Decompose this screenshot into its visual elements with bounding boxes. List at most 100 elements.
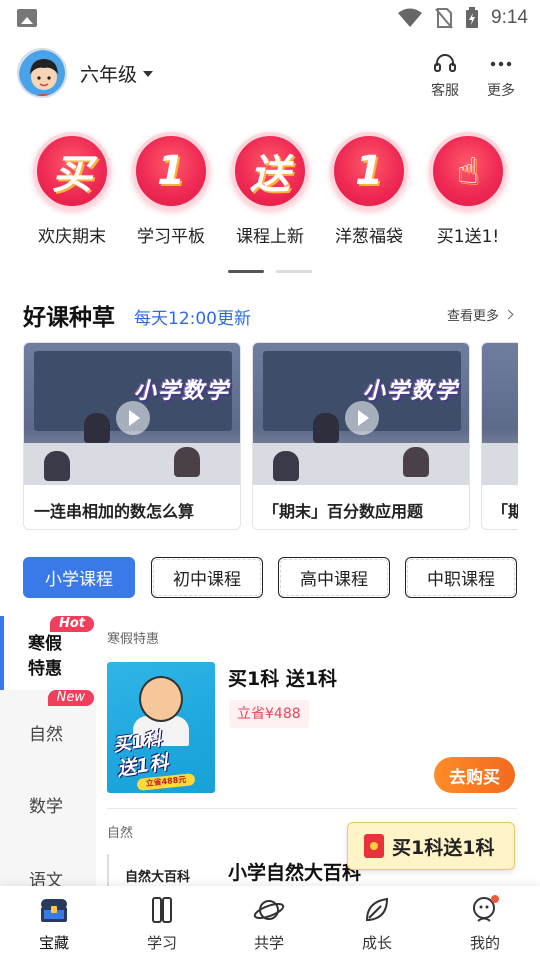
- nav-label: 学习: [146, 934, 177, 952]
- tab-label: 小学课程: [45, 570, 113, 590]
- sidebar-item-label: 数学: [29, 797, 63, 817]
- promo-label: 欢庆期末: [38, 227, 106, 247]
- wifi-icon: [398, 8, 423, 27]
- view-more-link[interactable]: 查看更多: [446, 305, 514, 324]
- promo-badge-icon: 买: [33, 132, 111, 210]
- tab-label: 中职课程: [427, 570, 495, 590]
- nav-co-study[interactable]: 共学: [229, 886, 309, 960]
- course-title: 一连串相加的数怎么算: [34, 502, 195, 521]
- promo-hand-tap-icon: ☝: [429, 132, 507, 210]
- tab-label: 高中课程: [300, 570, 368, 590]
- promo-item[interactable]: 送 课程上新: [220, 126, 320, 247]
- app-header: 六年级 客服 更多: [0, 40, 540, 104]
- bottom-navigation: 宝藏 学习 共学 成长 我的: [0, 886, 540, 960]
- chevron-right-icon: [503, 309, 514, 320]
- student-figure: [403, 447, 429, 477]
- nav-label: 成长: [361, 934, 392, 952]
- thumbnail-title: 小学数学: [133, 379, 230, 404]
- sidebar-item-chinese[interactable]: 语文: [0, 836, 96, 886]
- section-title: 好课种草: [23, 305, 115, 331]
- view-more-label: 查看更多: [446, 309, 499, 324]
- promo-glyph: 1: [157, 148, 185, 194]
- sidebar-item-math[interactable]: 数学: [0, 762, 96, 836]
- promo-label: 课程上新: [236, 227, 304, 247]
- nav-label: 共学: [253, 934, 284, 952]
- grade-selector[interactable]: 六年级: [80, 60, 154, 87]
- promo-item[interactable]: 买 欢庆期末: [22, 126, 122, 247]
- gallery-notification-icon: [17, 9, 37, 27]
- teacher-figure: [313, 413, 339, 443]
- course-card[interactable]: 小学数学 一连串相加的数怎么算: [23, 342, 241, 530]
- red-envelope-icon: [364, 834, 384, 858]
- product-cover-image[interactable]: 买1科 送1科 立省488元: [107, 662, 215, 793]
- tab-primary-school[interactable]: 小学课程: [23, 557, 135, 598]
- course-level-tabs: 小学课程 初中课程 高中课程 中职课程: [23, 557, 518, 599]
- planet-icon: [253, 900, 285, 920]
- course-title: 「期: [492, 502, 518, 521]
- discount-tag: 立省¥488: [229, 700, 309, 728]
- video-thumbnail: [482, 343, 518, 485]
- category-sidebar: Hot 寒假特惠 New 自然 数学 语文: [0, 616, 96, 886]
- video-thumbnail: 小学数学: [24, 343, 240, 485]
- customer-service-button[interactable]: 客服: [423, 52, 467, 100]
- promo-carousel: 买 欢庆期末 1 学习平板 送 课程上新 1 洋葱福袋 ☝ 买1送1!: [0, 126, 540, 256]
- more-label: 更多: [487, 83, 515, 99]
- promo-label: 买1送1!: [436, 227, 500, 247]
- nav-profile[interactable]: 我的: [445, 886, 525, 960]
- sidebar-item-nature[interactable]: New 自然: [0, 690, 96, 762]
- nav-growth[interactable]: 成长: [337, 886, 417, 960]
- promo-badge-icon: 送: [231, 132, 309, 210]
- tab-high-school[interactable]: 高中课程: [278, 557, 390, 598]
- video-thumbnail: 小学数学: [253, 343, 469, 485]
- avatar[interactable]: [17, 48, 67, 98]
- promo-badge-icon: 1: [132, 132, 210, 210]
- promo-label: 洋葱福袋: [335, 227, 403, 247]
- indicator-dot: [276, 270, 312, 273]
- caret-down-icon: [143, 70, 154, 77]
- promo-badge-icon: 1: [330, 132, 408, 210]
- section-label: 自然: [107, 826, 134, 841]
- nav-study[interactable]: 学习: [122, 886, 202, 960]
- course-card[interactable]: 「期: [481, 342, 518, 530]
- thumbnail-title: 小学数学: [362, 379, 459, 404]
- product-title[interactable]: 小学自然大百科: [228, 858, 361, 885]
- headset-icon: [434, 54, 456, 72]
- promo-label: 学习平板: [137, 227, 205, 247]
- character-face: [139, 676, 183, 722]
- hot-badge: Hot: [49, 616, 94, 632]
- product-title[interactable]: 买1科 送1科: [228, 664, 337, 691]
- new-badge: New: [47, 690, 94, 706]
- promo-item[interactable]: 1 学习平板: [121, 126, 221, 247]
- no-sim-icon: [435, 8, 453, 29]
- tab-label: 初中课程: [173, 570, 241, 590]
- buy-button[interactable]: 去购买: [434, 757, 515, 793]
- status-time: 9:14: [491, 7, 528, 28]
- promo-item[interactable]: 1 洋葱福袋: [319, 126, 419, 247]
- more-dots-icon: [490, 61, 512, 67]
- section-label: 寒假特惠: [107, 632, 160, 647]
- nav-label: 宝藏: [38, 934, 69, 952]
- more-button[interactable]: 更多: [479, 52, 523, 100]
- tab-middle-school[interactable]: 初中课程: [151, 557, 263, 598]
- leaf-icon: [365, 897, 389, 921]
- student-figure: [273, 451, 299, 481]
- profile-icon: [473, 895, 499, 922]
- floating-promo-banner[interactable]: 买1科送1科: [347, 822, 515, 870]
- course-card-list: 小学数学 一连串相加的数怎么算 小学数学 「期末」百分数应用题 「期: [23, 342, 518, 532]
- nav-treasure[interactable]: 宝藏: [14, 886, 94, 960]
- classroom-floor: [482, 443, 518, 485]
- status-bar: 9:14: [0, 0, 540, 36]
- student-figure: [174, 447, 200, 477]
- course-card[interactable]: 小学数学 「期末」百分数应用题: [252, 342, 470, 530]
- carousel-indicator: [0, 270, 540, 274]
- treasure-chest-icon: [41, 899, 67, 922]
- sidebar-item-winter-sale[interactable]: Hot 寒假特惠: [0, 616, 96, 690]
- sidebar-item-label: 自然: [29, 725, 63, 745]
- course-title: 「期末」百分数应用题: [263, 502, 424, 521]
- tab-vocational[interactable]: 中职课程: [405, 557, 517, 598]
- teacher-figure: [84, 413, 110, 443]
- divider: [107, 808, 517, 809]
- promo-item[interactable]: ☝ 买1送1!: [418, 126, 518, 247]
- status-icons: 9:14: [397, 6, 528, 30]
- book-icon: [152, 897, 172, 923]
